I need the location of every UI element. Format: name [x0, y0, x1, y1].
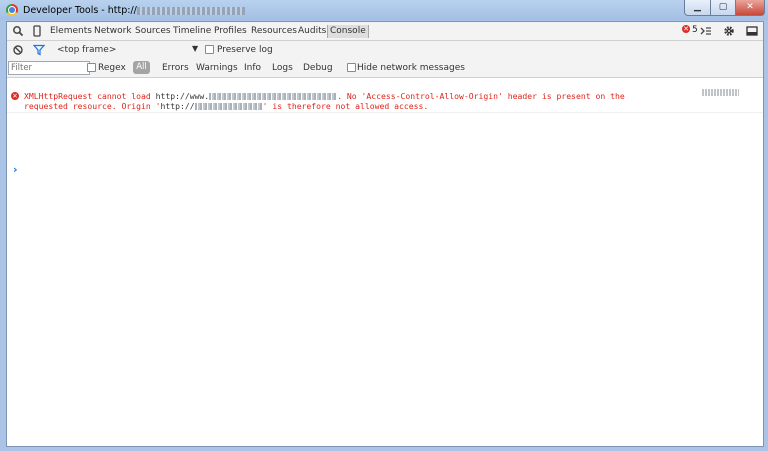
window-title: Developer Tools - http://: [23, 5, 245, 16]
error-icon: ✕: [11, 92, 19, 100]
error-count[interactable]: 5: [692, 25, 698, 35]
message-url-redacted: [209, 93, 338, 100]
message-line-2: requested resource. Origin 'http:// ' is …: [24, 101, 428, 111]
close-button[interactable]: ✕: [735, 0, 765, 16]
message-text-cont: . No 'Access-Control-Allow-Origin' heade…: [337, 91, 625, 101]
tab-profiles[interactable]: Profiles: [214, 25, 247, 38]
filter-level-debug[interactable]: Debug: [303, 63, 333, 73]
devtools-main-toolbar: Elements Network Sources Timeline Profil…: [7, 22, 763, 41]
window-title-redacted: [136, 6, 245, 15]
regex-label[interactable]: Regex: [98, 63, 126, 73]
window-title-text: Developer Tools - http://: [23, 5, 137, 16]
maximize-button[interactable]: ▢: [710, 0, 736, 16]
tab-network[interactable]: Network: [94, 25, 132, 38]
console-prompt-icon[interactable]: ›: [13, 163, 18, 176]
tab-audits[interactable]: Audits: [298, 25, 326, 38]
window-titlebar: Developer Tools - http:// ▁ ▢ ✕: [0, 0, 768, 20]
filter-level-all[interactable]: All: [133, 61, 150, 74]
filter-icon[interactable]: [33, 44, 45, 56]
preserve-log-checkbox[interactable]: [205, 45, 214, 54]
tab-timeline[interactable]: Timeline: [173, 25, 211, 38]
filter-level-logs[interactable]: Logs: [272, 63, 293, 73]
message-text: XMLHttpRequest cannot load: [24, 91, 156, 101]
console-toolbar: <top frame> ▼ Preserve log: [7, 41, 763, 59]
filter-level-errors[interactable]: Errors: [162, 63, 189, 73]
context-selector[interactable]: <top frame>: [57, 45, 116, 55]
filter-level-warnings[interactable]: Warnings: [196, 63, 238, 73]
regex-checkbox[interactable]: [87, 63, 96, 72]
tab-console[interactable]: Console: [327, 25, 369, 38]
message-url-link[interactable]: http://www.: [156, 91, 210, 101]
filter-input[interactable]: [8, 61, 90, 75]
filter-level-info[interactable]: Info: [244, 63, 261, 73]
tab-resources[interactable]: Resources: [251, 25, 297, 38]
dock-side-icon[interactable]: [746, 25, 758, 37]
console-message-error: ✕ XMLHttpRequest cannot load http://www.…: [7, 86, 763, 113]
devtools-window: Elements Network Sources Timeline Profil…: [6, 21, 764, 447]
search-icon[interactable]: [12, 25, 24, 37]
device-mode-icon[interactable]: [31, 25, 43, 37]
settings-gear-icon[interactable]: [723, 25, 735, 37]
tab-sources[interactable]: Sources: [135, 25, 171, 38]
hide-network-checkbox[interactable]: [347, 63, 356, 72]
preserve-log-label[interactable]: Preserve log: [217, 45, 273, 55]
origin-url-redacted: [194, 103, 263, 110]
filter-bar: Regex All Errors Warnings Info Logs Debu…: [7, 59, 763, 78]
message-text-3: ' is therefore not allowed access.: [262, 101, 429, 111]
message-line-1: XMLHttpRequest cannot load http://www. . …: [24, 91, 625, 101]
origin-url: http://: [160, 101, 195, 111]
chrome-app-icon: [6, 4, 18, 16]
context-dropdown-icon[interactable]: ▼: [192, 44, 198, 53]
clear-console-icon[interactable]: [12, 44, 24, 56]
error-count-icon[interactable]: ✕: [682, 25, 690, 33]
message-source-link[interactable]: [702, 89, 739, 96]
hide-network-label[interactable]: Hide network messages: [357, 63, 465, 73]
minimize-button[interactable]: ▁: [684, 0, 711, 16]
show-drawer-icon[interactable]: [700, 25, 712, 37]
tab-elements[interactable]: Elements: [50, 25, 92, 38]
message-text-2: requested resource. Origin ': [24, 101, 161, 111]
